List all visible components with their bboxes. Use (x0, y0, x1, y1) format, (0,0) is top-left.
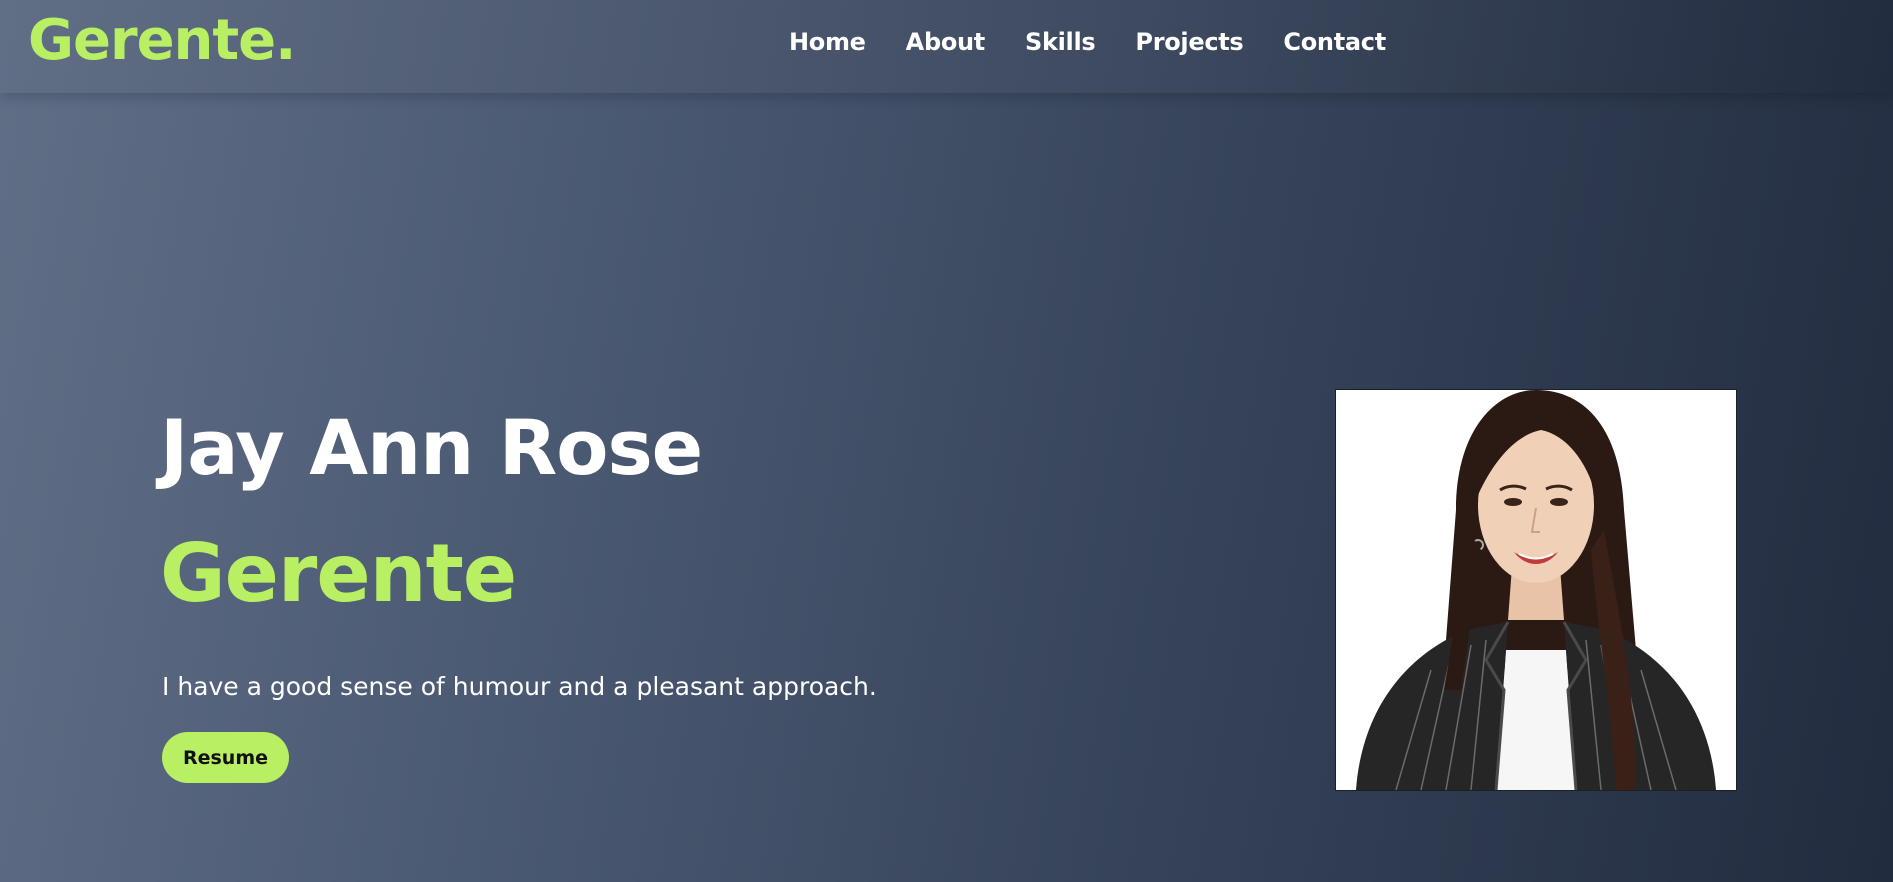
hero-first-name: Jay Ann Rose (160, 403, 703, 492)
nav-contact-link[interactable]: Contact (1283, 28, 1386, 56)
nav-projects-link[interactable]: Projects (1135, 28, 1243, 56)
nav-skills-link[interactable]: Skills (1025, 28, 1096, 56)
hero-tagline: I have a good sense of humour and a plea… (162, 672, 877, 701)
nav-about-link[interactable]: About (906, 28, 986, 56)
nav-links: Home About Skills Projects Contact (789, 28, 1426, 56)
resume-button[interactable]: Resume (162, 732, 289, 783)
logo[interactable]: Gerente. (28, 8, 296, 73)
nav-home-link[interactable]: Home (789, 28, 866, 56)
navbar: Gerente. Home About Skills Projects Cont… (0, 0, 1893, 93)
profile-photo-illustration (1336, 390, 1736, 790)
profile-photo (1335, 389, 1737, 791)
hero-last-name: Gerente (160, 527, 517, 620)
